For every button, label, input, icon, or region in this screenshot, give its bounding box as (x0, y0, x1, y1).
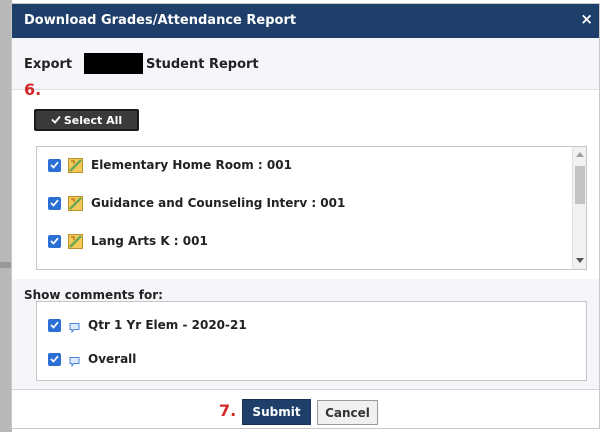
comment-row[interactable]: Overall (37, 347, 136, 371)
course-row[interactable]: Lang Arts K : 001 (37, 229, 208, 253)
submit-button[interactable]: Submit (242, 399, 311, 425)
scroll-up-arrow-icon[interactable] (576, 152, 584, 157)
select-all-label: Select All (63, 113, 123, 127)
comment-checkbox[interactable] (48, 352, 61, 366)
dialog-title: Download Grades/Attendance Report (24, 13, 297, 28)
redacted-student-name (84, 53, 143, 74)
course-checkbox[interactable] (48, 196, 61, 210)
course-row[interactable]: Elementary Home Room : 001 (37, 153, 292, 177)
dialog-titlebar: Download Grades/Attendance Report × (12, 4, 599, 38)
scroll-thumb[interactable] (575, 166, 585, 204)
course-label: Lang Arts K : 001 (91, 234, 208, 248)
close-icon[interactable]: × (580, 10, 593, 28)
course-row[interactable]: Guidance and Counseling Interv : 001 (37, 191, 345, 215)
step-6-annotation: 6. (24, 80, 42, 99)
download-report-dialog: Download Grades/Attendance Report × Expo… (11, 3, 600, 429)
comment-row[interactable]: Qtr 1 Yr Elem - 2020-21 (37, 313, 247, 337)
comments-list: Qtr 1 Yr Elem - 2020-21 Overall (36, 301, 587, 381)
select-all-button[interactable]: Select All (34, 109, 139, 131)
footer-divider (12, 389, 599, 390)
course-checkbox[interactable] (48, 234, 61, 248)
comments-title: Show comments for: (24, 288, 163, 302)
step-7-annotation: 7. (219, 401, 237, 420)
comment-label: Qtr 1 Yr Elem - 2020-21 (88, 318, 247, 332)
course-label: Elementary Home Room : 001 (91, 158, 292, 172)
cancel-button[interactable]: Cancel (317, 400, 378, 425)
export-label: Export (24, 57, 73, 72)
course-list-scrollbar[interactable] (572, 147, 586, 269)
course-icon (68, 157, 83, 173)
comment-bubble-icon (69, 320, 80, 333)
course-checkbox[interactable] (48, 158, 61, 172)
export-header: Export Student Report (12, 38, 599, 90)
comment-bubble-icon (69, 354, 80, 367)
course-icon (68, 195, 83, 211)
comment-label: Overall (88, 352, 137, 366)
course-icon (68, 233, 83, 249)
student-report-label: Student Report (146, 57, 259, 72)
course-label: Guidance and Counseling Interv : 001 (91, 196, 346, 210)
scroll-down-arrow-icon[interactable] (576, 258, 584, 263)
comments-section: Show comments for: Qtr 1 Yr Elem - 2020-… (12, 279, 599, 389)
course-list[interactable]: Elementary Home Room : 001 Guidance and … (36, 146, 587, 270)
checkmark-icon (51, 114, 61, 127)
comment-checkbox[interactable] (48, 318, 61, 332)
